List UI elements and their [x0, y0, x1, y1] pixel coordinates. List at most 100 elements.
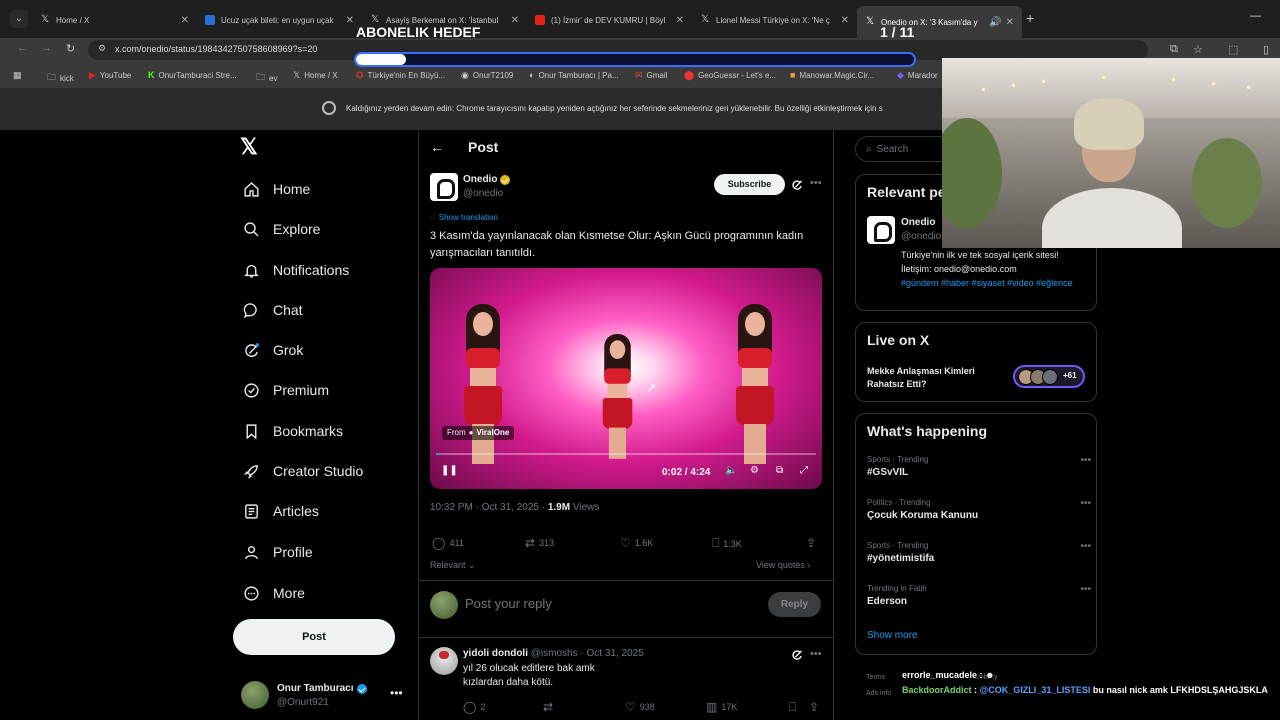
subscribe-button[interactable]: Subscribe — [714, 174, 785, 195]
fullscreen-icon[interactable]: ⤢ — [800, 465, 808, 476]
views-action[interactable]: ▥ 17K — [706, 700, 737, 714]
browser-tab[interactable]: Ucuz uçak bileti: en uygun uçak ✕ — [197, 8, 362, 32]
like-action[interactable]: ♡ 938 — [625, 700, 655, 714]
account-more-icon[interactable]: ••• — [390, 686, 403, 700]
repost-action[interactable]: ⇄ — [543, 700, 557, 714]
trend-more-icon[interactable]: ••• — [1080, 584, 1091, 595]
forward-icon[interactable]: → — [41, 42, 52, 54]
bookmark-item[interactable]: ✉ Gmail — [635, 70, 667, 81]
bookmark-item[interactable]: ✪ Türkiye'nin En Büyü... — [356, 70, 445, 81]
trend-more-icon[interactable]: ••• — [1080, 455, 1091, 466]
video-progress-bar[interactable] — [436, 453, 816, 455]
trend-more-icon[interactable]: ••• — [1080, 541, 1091, 552]
install-app-icon[interactable]: ⧉ — [1170, 43, 1178, 56]
bookmark-action[interactable]: ⎕ 1.3K — [712, 536, 742, 551]
bookmark-item[interactable]: ⬤ GeoGuessr - Let's e... — [684, 70, 776, 81]
account-name[interactable]: Onur Tamburacı — [277, 683, 367, 694]
video-player[interactable]: ➚ From ● ViralOne ❚❚ 0:02 / 4:24 🔈 ⚙ ⧉ ⤢ — [430, 268, 822, 489]
close-tab-icon[interactable]: ✕ — [1006, 17, 1014, 28]
share-icon[interactable]: ⇪ — [806, 536, 820, 550]
bookmark-item[interactable]: ■ Manowar.Magic.Cir... — [790, 70, 874, 80]
nav-profile[interactable]: Profile — [242, 540, 313, 564]
close-tab-icon[interactable]: ✕ — [181, 15, 189, 26]
nav-creator-studio[interactable]: Creator Studio — [242, 459, 363, 483]
site-settings-icon[interactable]: ⚙ — [98, 43, 106, 54]
nav-articles[interactable]: Articles — [242, 499, 319, 523]
volume-icon[interactable]: 🔈 — [725, 465, 737, 476]
share-icon[interactable]: ⇪ — [809, 700, 823, 714]
nav-bookmarks[interactable]: Bookmarks — [242, 419, 343, 443]
bookmark-star-icon[interactable]: ☆ — [1193, 43, 1203, 56]
extensions-icon[interactable]: ⬚ — [1228, 43, 1238, 56]
nav-notifications[interactable]: Notifications — [242, 258, 349, 282]
close-tab-icon[interactable]: ✕ — [676, 15, 684, 26]
reply-button[interactable]: Reply — [768, 592, 821, 617]
trend-item[interactable]: Politics · Trending Çocuk Koruma Kanunu … — [867, 498, 1091, 521]
author-avatar[interactable] — [430, 173, 458, 201]
relevant-name[interactable]: Onedio — [901, 217, 935, 228]
nav-premium[interactable]: Premium — [242, 378, 329, 402]
bookmark-item[interactable]: 𝕏 Home / X — [293, 70, 338, 81]
live-listeners-pill[interactable]: +61 — [1013, 365, 1085, 388]
browser-tab[interactable]: 𝕏 Home / X ✕ — [32, 8, 197, 32]
reply-input[interactable] — [465, 596, 745, 611]
minimize-window-button[interactable]: — — [1250, 10, 1261, 22]
terms-link[interactable]: Terms — [866, 674, 885, 681]
bookmark-item[interactable]: ◐ Onur Tamburacı | Pa... — [529, 70, 619, 80]
trend-item[interactable]: Trending in Fatih Ederson ••• — [867, 584, 1091, 607]
relevant-avatar[interactable] — [867, 216, 895, 244]
close-tab-icon[interactable]: ✕ — [511, 15, 519, 26]
settings-gear-icon[interactable]: ⚙ — [750, 465, 759, 476]
nav-home[interactable]: Home — [242, 177, 310, 201]
grok-icon[interactable] — [791, 178, 803, 190]
nav-explore[interactable]: Explore — [242, 217, 320, 241]
author-name[interactable]: Onedio — [463, 174, 511, 185]
nav-grok[interactable]: Grok — [242, 338, 303, 362]
live-space-title[interactable]: Mekke Anlaşması Kimleri Rahatsız Etti? — [867, 365, 1007, 391]
account-avatar[interactable] — [241, 681, 269, 709]
video-source-label[interactable]: From ● ViralOne — [442, 426, 515, 440]
bookmark-icon[interactable]: ⎕ — [789, 700, 800, 715]
browser-tab[interactable]: (1) İzmir' de DEV KUMRU | Böyl ✕ — [527, 8, 692, 32]
sidebar-icon[interactable]: ▯ — [1263, 43, 1269, 56]
bookmark-item[interactable]: K OnurTamburaci Stre... — [148, 70, 237, 80]
reload-icon[interactable]: ↻ — [66, 42, 75, 55]
bookmark-item[interactable]: 🗀 kick — [47, 70, 74, 86]
trend-more-icon[interactable]: ••• — [1080, 498, 1091, 509]
bookmark-item[interactable]: 🗀 ev — [256, 70, 277, 86]
trend-item[interactable]: Sports · Trending #GSvVIL ••• — [867, 455, 1091, 478]
bookmark-item[interactable]: ◉ OnurT2109 — [461, 70, 513, 81]
nav-chat[interactable]: Chat — [242, 298, 303, 322]
show-translation-link[interactable]: ◌ Show translation — [430, 213, 498, 222]
back-arrow-icon[interactable]: ← — [430, 139, 444, 155]
reply-sort-dropdown[interactable]: Relevant ⌄ — [430, 560, 476, 571]
relevant-hashtags[interactable]: #gündem #haber #siyaset #video #eğlence — [901, 276, 1091, 290]
tab-search-icon[interactable]: ⌄ — [10, 10, 28, 28]
picture-in-picture-icon[interactable]: ⧉ — [776, 465, 783, 476]
compose-post-button[interactable]: Post — [233, 619, 395, 655]
view-quotes-link[interactable]: View quotes › — [756, 560, 810, 570]
back-icon[interactable]: ← — [17, 42, 28, 54]
browser-tab[interactable]: 𝕏 Lionel Messi Türkiye on X: 'Ne ç ✕ — [692, 8, 857, 32]
reply-action[interactable]: ◯ 411 — [432, 536, 464, 550]
grok-icon[interactable] — [791, 648, 803, 660]
bookmark-item[interactable]: ▶ YouTube — [89, 70, 131, 81]
bookmark-item[interactable]: ◆ Marador — [897, 70, 938, 81]
reply-action[interactable]: ◯ 2 — [463, 700, 485, 714]
comment-more-icon[interactable]: ••• — [810, 648, 822, 660]
pause-icon[interactable]: ❚❚ — [441, 465, 458, 476]
new-tab-button[interactable]: + — [1026, 10, 1034, 26]
apps-icon[interactable]: ▦ — [13, 70, 26, 81]
nav-more[interactable]: More — [242, 581, 305, 605]
trend-item[interactable]: Sports · Trending #yönetimistifa ••• — [867, 541, 1091, 564]
url-text[interactable]: x.com/onedio/status/1984342750758608969?… — [115, 44, 317, 54]
comment-avatar[interactable] — [430, 647, 458, 675]
close-tab-icon[interactable]: ✕ — [346, 15, 354, 26]
like-action[interactable]: ♡ 1.6K — [620, 536, 653, 550]
audio-icon[interactable]: 🔊 — [989, 17, 1001, 28]
show-more-link[interactable]: Show more — [867, 630, 918, 641]
repost-action[interactable]: ⇄ 313 — [525, 536, 554, 550]
author-handle[interactable]: @onedio — [463, 188, 503, 199]
post-more-icon[interactable]: ••• — [810, 177, 822, 189]
close-tab-icon[interactable]: ✕ — [841, 15, 849, 26]
